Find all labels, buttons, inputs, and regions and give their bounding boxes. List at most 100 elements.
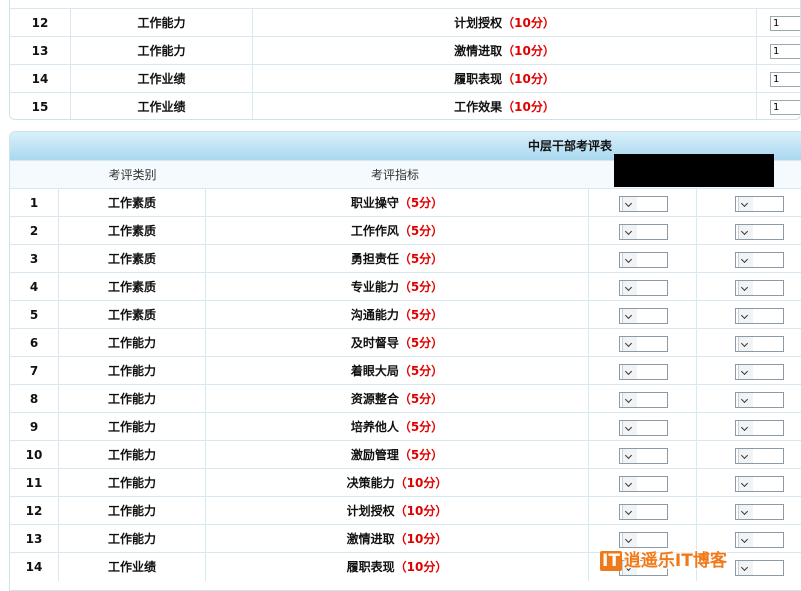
indicator-name: 勇担责任 — [350, 252, 399, 266]
score-select-2[interactable]: 1 — [735, 364, 784, 380]
score-select-1[interactable]: 1 — [619, 224, 668, 240]
score-cell-2: 1 — [697, 189, 801, 217]
chevron-down-icon[interactable] — [622, 365, 637, 379]
score-cell-1: 1 — [589, 217, 697, 245]
row-indicator: 勇担责任（5分） — [206, 245, 589, 273]
row-category: 工作素质 — [59, 245, 206, 273]
indicator-name: 资源整合 — [350, 392, 399, 406]
row-category: 工作业绩 — [59, 553, 206, 581]
score-select-1[interactable]: 1 — [619, 504, 668, 520]
indicator-points: （5分） — [398, 364, 444, 378]
chevron-down-icon[interactable] — [622, 281, 637, 295]
chevron-down-icon[interactable] — [622, 505, 637, 519]
score-select-2[interactable]: 1 — [735, 224, 784, 240]
score-select-1[interactable]: 1 — [619, 308, 668, 324]
chevron-down-icon[interactable] — [622, 477, 637, 491]
score-input[interactable] — [770, 44, 800, 59]
row-number: 6 — [10, 329, 59, 357]
indicator-points: （10分） — [502, 44, 555, 58]
chevron-down-icon[interactable] — [738, 337, 753, 351]
row-category: 工作素质 — [59, 189, 206, 217]
chevron-down-icon[interactable] — [622, 197, 637, 211]
score-input[interactable] — [770, 72, 800, 87]
score-select-2[interactable]: 1 — [735, 308, 784, 324]
indicator-name: 工作作风 — [350, 224, 399, 238]
chevron-down-icon[interactable] — [622, 533, 637, 547]
score-select-2[interactable]: 1 — [735, 392, 784, 408]
chevron-down-icon[interactable] — [622, 449, 637, 463]
watermark-text: 逍遥乐IT博客 — [623, 551, 727, 571]
chevron-down-icon[interactable] — [738, 225, 753, 239]
score-select-1[interactable]: 1 — [619, 252, 668, 268]
chevron-down-icon[interactable] — [738, 561, 753, 575]
chevron-down-icon[interactable] — [738, 533, 753, 547]
indicator-name: 培养他人 — [350, 420, 399, 434]
row-category: 工作能力 — [59, 385, 206, 413]
score-cell-1: 1 — [589, 301, 697, 329]
score-select-1[interactable]: 1 — [619, 532, 668, 548]
table-row: 11工作能力决策能力（10分）11 — [10, 468, 801, 497]
score-cell-2: 1 — [697, 329, 801, 357]
chevron-down-icon[interactable] — [622, 309, 637, 323]
chevron-down-icon[interactable] — [738, 281, 753, 295]
chevron-down-icon[interactable] — [622, 225, 637, 239]
chevron-down-icon[interactable] — [738, 253, 753, 267]
score-input[interactable] — [770, 100, 800, 115]
row-category: 工作业绩 — [71, 93, 253, 119]
score-select-2[interactable]: 1 — [735, 476, 784, 492]
row-number: 9 — [10, 413, 59, 441]
score-cell-1: 1 — [589, 413, 697, 441]
score-select-1[interactable]: 1 — [619, 196, 668, 212]
score-cell-1: 1 — [589, 497, 697, 525]
score-select-1[interactable]: 1 — [619, 420, 668, 436]
chevron-down-icon[interactable] — [738, 365, 753, 379]
chevron-down-icon[interactable] — [622, 253, 637, 267]
chevron-down-icon[interactable] — [622, 393, 637, 407]
score-select-2[interactable]: 1 — [735, 252, 784, 268]
row-indicator: 激情进取（10分） — [206, 525, 589, 553]
chevron-down-icon[interactable] — [738, 421, 753, 435]
row-category: 工作能力 — [59, 413, 206, 441]
chevron-down-icon[interactable] — [622, 421, 637, 435]
score-cell-1: 1 — [589, 441, 697, 469]
score-select-2[interactable]: 1 — [735, 336, 784, 352]
indicator-points: （5分） — [398, 308, 444, 322]
row-indicator: 决策能力（10分） — [206, 469, 589, 497]
score-select-2[interactable]: 1 — [735, 280, 784, 296]
score-select-1[interactable]: 1 — [619, 364, 668, 380]
row-number: 4 — [10, 273, 59, 301]
indicator-points: （5分） — [398, 252, 444, 266]
score-cell-1: 1 — [589, 245, 697, 273]
score-select-1[interactable]: 1 — [619, 336, 668, 352]
score-input[interactable] — [770, 16, 800, 31]
chevron-down-icon[interactable] — [738, 505, 753, 519]
score-select-2[interactable]: 1 — [735, 420, 784, 436]
chevron-down-icon[interactable] — [738, 449, 753, 463]
score-select-2[interactable]: 1 — [735, 448, 784, 464]
indicator-points: （10分） — [394, 476, 448, 490]
table-row: 12工作能力计划授权（10分）11 — [10, 496, 801, 525]
score-cell-2: 1 — [697, 385, 801, 413]
chevron-down-icon[interactable] — [738, 309, 753, 323]
row-category: 工作素质 — [59, 273, 206, 301]
table-row: 14 工作业绩 履职表现（10分） — [10, 64, 800, 93]
table-row: 5工作素质沟通能力（5分）11 — [10, 300, 801, 329]
score-select-1[interactable]: 1 — [619, 448, 668, 464]
score-cell — [756, 65, 800, 93]
score-select-1[interactable]: 1 — [619, 392, 668, 408]
score-select-1[interactable]: 1 — [619, 280, 668, 296]
chevron-down-icon[interactable] — [738, 393, 753, 407]
score-select-2[interactable]: 1 — [735, 532, 784, 548]
chevron-down-icon[interactable] — [738, 197, 753, 211]
watermark-badge: IT — [600, 551, 622, 571]
row-indicator: 计划授权（10分） — [206, 497, 589, 525]
score-select-2[interactable]: 1 — [735, 560, 784, 576]
indicator-name: 计划授权 — [346, 504, 395, 518]
score-cell — [756, 93, 800, 119]
score-select-2[interactable]: 1 — [735, 196, 784, 212]
chevron-down-icon[interactable] — [738, 477, 753, 491]
chevron-down-icon[interactable] — [622, 337, 637, 351]
score-select-1[interactable]: 1 — [619, 476, 668, 492]
score-select-2[interactable]: 1 — [735, 504, 784, 520]
table-row: 1工作素质职业操守（5分）11 — [10, 188, 801, 217]
